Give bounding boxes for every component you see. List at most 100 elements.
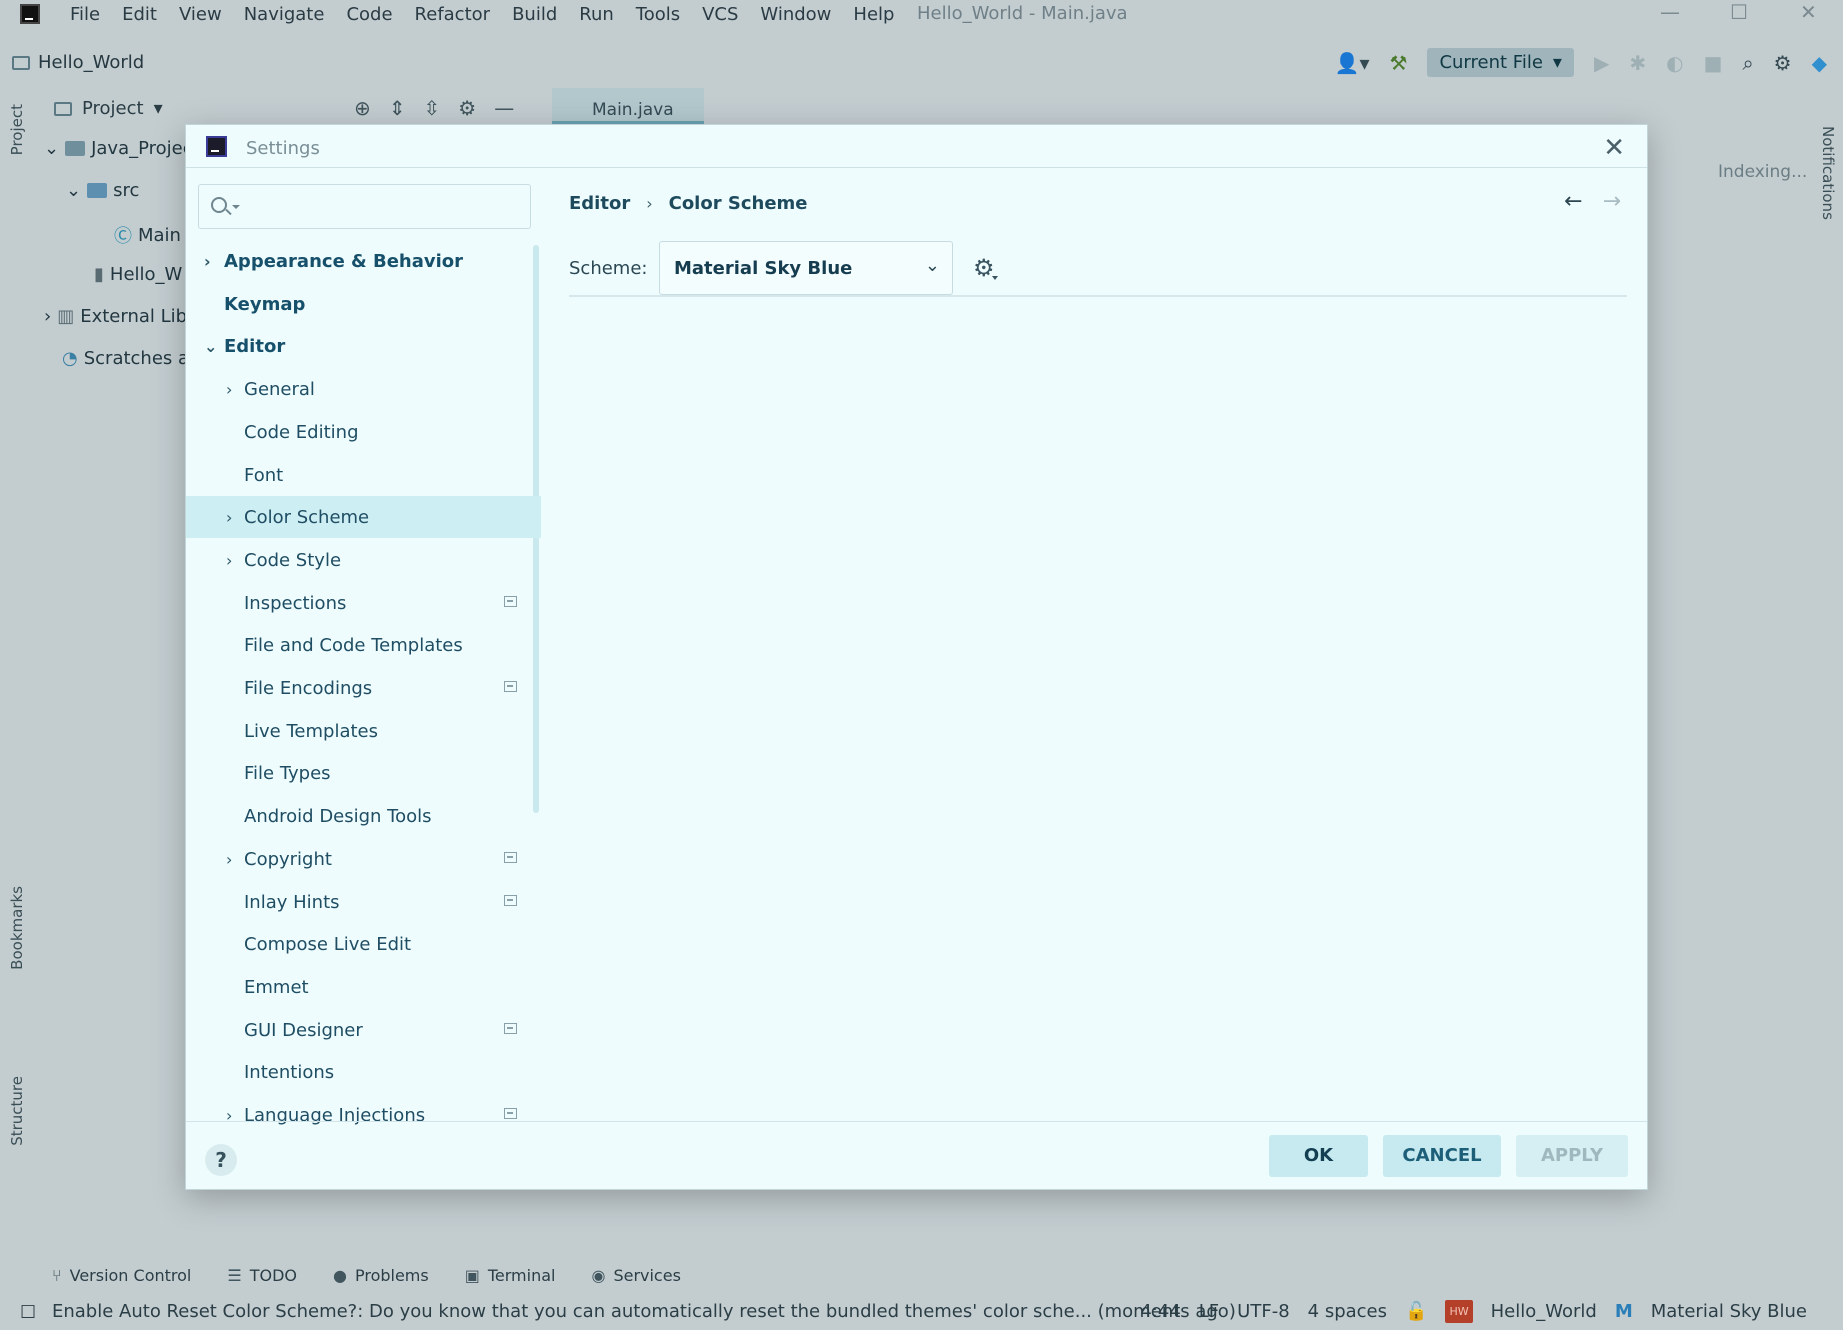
nav-item-gui-designer[interactable]: GUI Designer xyxy=(186,1009,541,1051)
menu-window[interactable]: Window xyxy=(760,4,831,25)
nav-item-editor[interactable]: ⌄ Editor xyxy=(186,325,541,367)
nav-item-emmet[interactable]: Emmet xyxy=(186,966,541,1008)
nav-item-general[interactable]: › General xyxy=(186,368,541,410)
menu-code[interactable]: Code xyxy=(346,4,392,25)
nav-item-android-design-tools[interactable]: Android Design Tools xyxy=(186,795,541,837)
tree-item[interactable]: ◔ Scratches a xyxy=(62,348,189,369)
search-options-chevron-icon[interactable] xyxy=(232,205,240,209)
menu-refactor[interactable]: Refactor xyxy=(415,4,491,25)
breadcrumb-editor[interactable]: Editor xyxy=(569,193,630,214)
nav-item-label: Android Design Tools xyxy=(244,805,432,827)
menu-view[interactable]: View xyxy=(179,4,222,25)
nav-item-inlay-hints[interactable]: Inlay Hints xyxy=(186,881,541,923)
scheme-dropdown[interactable]: Material Sky Blue ⌄ xyxy=(659,241,953,295)
status-project-name[interactable]: Hello_World xyxy=(1491,1301,1597,1322)
search-input[interactable] xyxy=(245,193,515,221)
chevron-right-icon[interactable]: › xyxy=(226,508,232,527)
ok-button[interactable]: OK xyxy=(1269,1135,1368,1177)
menu-tools[interactable]: Tools xyxy=(636,4,680,25)
user-icon[interactable]: 👤▾ xyxy=(1335,51,1370,75)
gear-icon[interactable]: ⚙ xyxy=(458,96,476,120)
services-tool[interactable]: ◉ Services xyxy=(591,1266,680,1285)
project-breadcrumb[interactable]: Hello_World xyxy=(12,52,144,73)
chevron-right-icon[interactable]: › xyxy=(226,380,232,399)
hide-icon[interactable]: — xyxy=(494,96,514,120)
menu-vcs[interactable]: VCS xyxy=(702,4,738,25)
search-everywhere-icon[interactable]: ⌕ xyxy=(1742,51,1753,75)
run-icon[interactable]: ▶ xyxy=(1594,51,1609,75)
coverage-icon[interactable]: ◐ xyxy=(1666,51,1683,75)
caret-position[interactable]: 4:44 xyxy=(1140,1301,1180,1322)
status-theme-name[interactable]: Material Sky Blue xyxy=(1651,1301,1807,1322)
terminal-tool[interactable]: ▣ Terminal xyxy=(465,1266,556,1285)
nav-item-code-editing[interactable]: Code Editing xyxy=(186,411,541,453)
nav-item-file-and-code-templates[interactable]: File and Code Templates xyxy=(186,624,541,666)
editor-tab-main-java[interactable]: Main.java xyxy=(552,88,704,124)
project-level-icon xyxy=(504,681,517,692)
problems-tool[interactable]: ● Problems xyxy=(333,1266,429,1285)
stop-icon[interactable]: ■ xyxy=(1704,51,1723,75)
version-control-tool[interactable]: ⑂ Version Control xyxy=(52,1266,191,1285)
nav-item-label: Copyright xyxy=(244,848,332,870)
nav-item-file-encodings[interactable]: File Encodings xyxy=(186,667,541,709)
project-panel-header[interactable]: Project ▾ xyxy=(54,98,163,119)
help-button[interactable]: ? xyxy=(205,1144,237,1176)
close-icon[interactable]: ✕ xyxy=(1603,133,1625,163)
nav-item-copyright[interactable]: › Copyright xyxy=(186,838,541,880)
back-arrow-icon[interactable]: ← xyxy=(1564,189,1582,214)
status-toggle-icon[interactable]: ☐ xyxy=(20,1302,36,1323)
bookmarks-tool-tab[interactable]: Bookmarks xyxy=(8,886,26,970)
cancel-button[interactable]: CANCEL xyxy=(1383,1135,1501,1177)
chevron-right-icon[interactable]: › xyxy=(226,850,232,869)
tree-item[interactable]: › ▥ External Lib xyxy=(44,306,187,327)
nav-item-compose-live-edit[interactable]: Compose Live Edit xyxy=(186,923,541,965)
tree-item[interactable]: ⌄ Java_Projec xyxy=(44,138,193,159)
menu-navigate[interactable]: Navigate xyxy=(244,4,325,25)
expand-all-icon[interactable]: ⇕ xyxy=(389,96,406,120)
chevron-right-icon[interactable]: › xyxy=(226,551,232,570)
menu-help[interactable]: Help xyxy=(853,4,894,25)
nav-item-label: Appearance & Behavior xyxy=(224,250,464,272)
nav-item-live-templates[interactable]: Live Templates xyxy=(186,710,541,752)
apply-button[interactable]: APPLY xyxy=(1516,1135,1628,1177)
notifications-tool-tab[interactable]: Notifications xyxy=(1819,126,1837,220)
tree-item[interactable]: Ⓒ Main xyxy=(114,222,181,248)
nav-item-font[interactable]: Font xyxy=(186,454,541,496)
maximize-icon[interactable]: ☐ xyxy=(1730,0,1748,24)
project-tool-tab[interactable]: Project xyxy=(8,104,26,155)
chevron-right-icon[interactable]: › xyxy=(204,252,211,271)
nav-item-appearance-behavior[interactable]: › Appearance & Behavior xyxy=(186,240,541,282)
scheme-actions-gear-icon[interactable]: ⚙ xyxy=(973,254,997,282)
menu-file[interactable]: File xyxy=(70,4,100,25)
nav-item-file-types[interactable]: File Types xyxy=(186,752,541,794)
forward-arrow-icon[interactable]: → xyxy=(1603,189,1621,214)
line-separator[interactable]: LF xyxy=(1199,1301,1219,1322)
nav-item-intentions[interactable]: Intentions xyxy=(186,1051,541,1093)
file-encoding[interactable]: UTF-8 xyxy=(1237,1301,1289,1322)
nav-item-inspections[interactable]: Inspections xyxy=(186,582,541,624)
build-hammer-icon[interactable]: ⚒ xyxy=(1390,51,1408,75)
tree-item[interactable]: ▮ Hello_W xyxy=(94,264,182,285)
indent-setting[interactable]: 4 spaces xyxy=(1308,1301,1387,1322)
plugin-logo-icon[interactable]: ◆ xyxy=(1812,51,1827,75)
menu-build[interactable]: Build xyxy=(512,4,557,25)
minimize-icon[interactable]: — xyxy=(1660,0,1680,24)
nav-item-color-scheme[interactable]: › Color Scheme xyxy=(186,496,541,538)
chevron-down-icon[interactable]: ⌄ xyxy=(204,337,217,356)
menu-run[interactable]: Run xyxy=(579,4,614,25)
todo-tool[interactable]: ☰ TODO xyxy=(227,1266,297,1285)
collapse-all-icon[interactable]: ⇳ xyxy=(424,96,441,120)
settings-gear-icon[interactable]: ⚙ xyxy=(1774,51,1792,75)
nav-item-code-style[interactable]: › Code Style xyxy=(186,539,541,581)
debug-icon[interactable]: ✱ xyxy=(1629,51,1646,75)
settings-search[interactable] xyxy=(198,184,531,229)
nav-item-keymap[interactable]: Keymap xyxy=(186,283,541,325)
locate-icon[interactable]: ⊕ xyxy=(354,96,371,120)
unlock-icon[interactable]: 🔓 xyxy=(1405,1301,1427,1322)
status-message[interactable]: Enable Auto Reset Color Scheme?: Do you … xyxy=(52,1301,1236,1322)
close-window-icon[interactable]: ✕ xyxy=(1800,0,1817,24)
structure-tool-tab[interactable]: Structure xyxy=(8,1076,26,1146)
tree-item[interactable]: ⌄ src xyxy=(66,180,139,201)
menu-edit[interactable]: Edit xyxy=(122,4,157,25)
run-configuration-select[interactable]: Current File ▾ xyxy=(1427,48,1574,77)
